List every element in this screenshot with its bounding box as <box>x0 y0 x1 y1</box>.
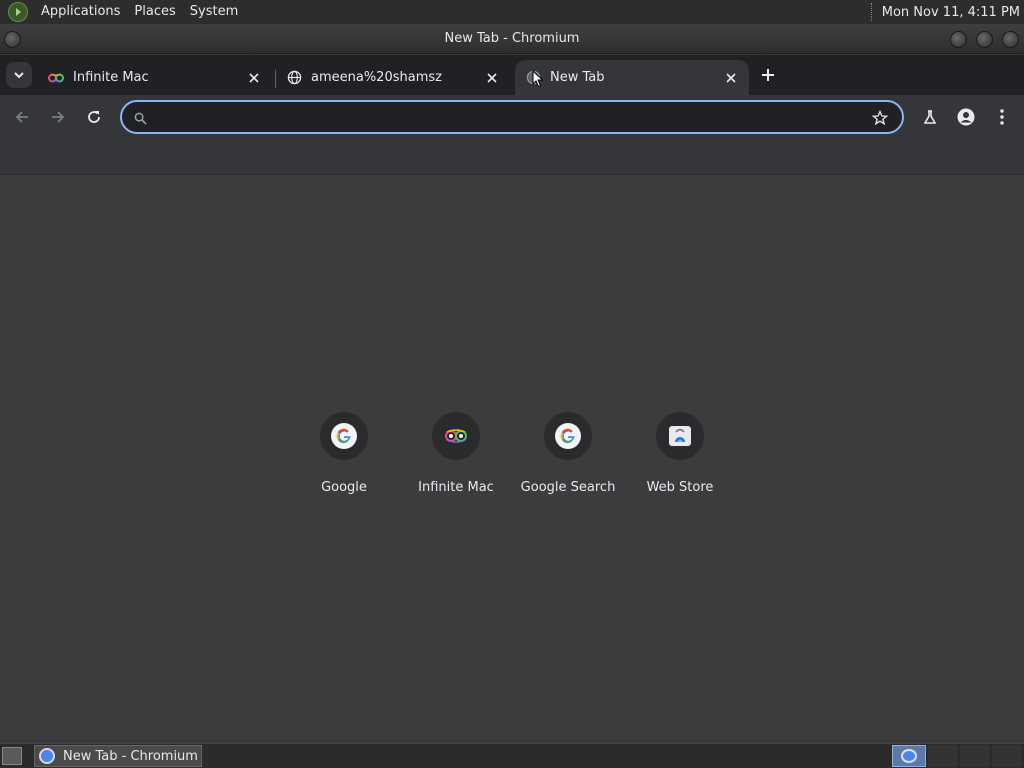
chromium-icon <box>901 749 917 763</box>
bookmark-star-icon[interactable] <box>870 108 890 128</box>
workspace-3[interactable] <box>960 745 990 767</box>
shortcut-tile <box>432 412 480 460</box>
shortcut-google[interactable]: Google <box>288 412 400 495</box>
tab-infinite-mac[interactable]: Infinite Mac <box>38 60 272 95</box>
tab-new-tab[interactable]: New Tab <box>515 60 749 95</box>
labs-button[interactable] <box>916 103 944 131</box>
maximize-button[interactable] <box>976 31 993 48</box>
desktop-top-panel: Applications Places System Mon Nov 11, 4… <box>0 0 1024 24</box>
address-input[interactable] <box>156 106 856 128</box>
tab-ameena-shamsz[interactable]: ameena%20shamsz <box>276 60 510 95</box>
desktop-taskbar: New Tab - Chromium <box>0 743 1024 768</box>
shortcut-label: Google <box>321 480 367 495</box>
taskbar-item-label: New Tab - Chromium <box>63 748 198 764</box>
close-window-button[interactable] <box>1002 31 1019 48</box>
reload-button[interactable] <box>80 103 108 131</box>
workspace-1[interactable] <box>892 745 926 767</box>
reload-icon <box>88 111 100 123</box>
shortcut-web-store[interactable]: Web Store <box>624 412 736 495</box>
close-tab-icon[interactable] <box>482 68 502 88</box>
profile-icon <box>957 108 975 126</box>
arrow-left-icon <box>15 111 28 123</box>
flask-icon <box>923 110 937 124</box>
shortcut-tile <box>544 412 592 460</box>
shortcut-tile <box>656 412 704 460</box>
browser-toolbar <box>0 95 1024 139</box>
tab-strip: Infinite Mac ameena%20shamsz New Tab <box>0 55 1024 95</box>
show-desktop-icon[interactable] <box>2 747 22 765</box>
applications-menu[interactable]: Applications <box>34 0 127 24</box>
forward-button[interactable] <box>44 103 72 131</box>
close-tab-icon[interactable] <box>721 68 741 88</box>
mouse-cursor-icon <box>532 70 544 88</box>
shortcut-label: Web Store <box>646 480 714 495</box>
globe-icon <box>286 70 302 86</box>
shortcut-tile <box>320 412 368 460</box>
window-titlebar[interactable]: New Tab - Chromium <box>0 24 1024 54</box>
back-button[interactable] <box>8 103 36 131</box>
shortcut-label: Infinite Mac <box>418 480 494 495</box>
web-store-icon <box>669 426 691 446</box>
shortcut-infinite-mac[interactable]: Infinite Mac <box>400 412 512 495</box>
system-menu[interactable]: System <box>183 0 245 24</box>
shortcut-label: Google Search <box>520 480 616 495</box>
plus-icon <box>762 69 774 81</box>
google-g-icon <box>331 423 357 449</box>
chromium-icon <box>39 748 55 764</box>
new-tab-button[interactable] <box>756 63 780 87</box>
toolbar-lower-area <box>0 139 1024 175</box>
places-menu[interactable]: Places <box>127 0 182 24</box>
workspace-4[interactable] <box>992 745 1022 767</box>
window-title: New Tab - Chromium <box>444 31 580 46</box>
taskbar-item-chromium[interactable]: New Tab - Chromium <box>34 745 202 767</box>
menu-button[interactable] <box>988 103 1016 131</box>
infinite-mac-icon <box>443 423 469 449</box>
tab-title: Infinite Mac <box>73 70 149 85</box>
chevron-down-icon <box>14 72 24 79</box>
search-icon <box>131 109 149 127</box>
panel-separator <box>870 3 874 21</box>
shortcut-google-search[interactable]: Google Search <box>512 412 624 495</box>
google-g-icon <box>555 423 581 449</box>
new-tab-page: Google Infinite Mac Google Search Web St… <box>0 175 1024 743</box>
distro-logo-icon[interactable] <box>8 2 28 22</box>
address-bar[interactable] <box>120 100 904 134</box>
tab-title: New Tab <box>550 70 605 85</box>
arrow-right-icon <box>52 111 65 123</box>
minimize-button[interactable] <box>950 31 967 48</box>
tab-title: ameena%20shamsz <box>311 70 442 85</box>
tab-search-button[interactable] <box>6 62 32 88</box>
profile-button[interactable] <box>952 103 980 131</box>
workspace-2[interactable] <box>928 745 958 767</box>
kebab-menu-icon <box>1000 109 1004 125</box>
rainbow-infinity-icon <box>48 70 64 86</box>
close-tab-icon[interactable] <box>244 68 264 88</box>
window-menu-button[interactable] <box>4 31 21 48</box>
clock[interactable]: Mon Nov 11, 4:11 PM <box>882 5 1024 20</box>
